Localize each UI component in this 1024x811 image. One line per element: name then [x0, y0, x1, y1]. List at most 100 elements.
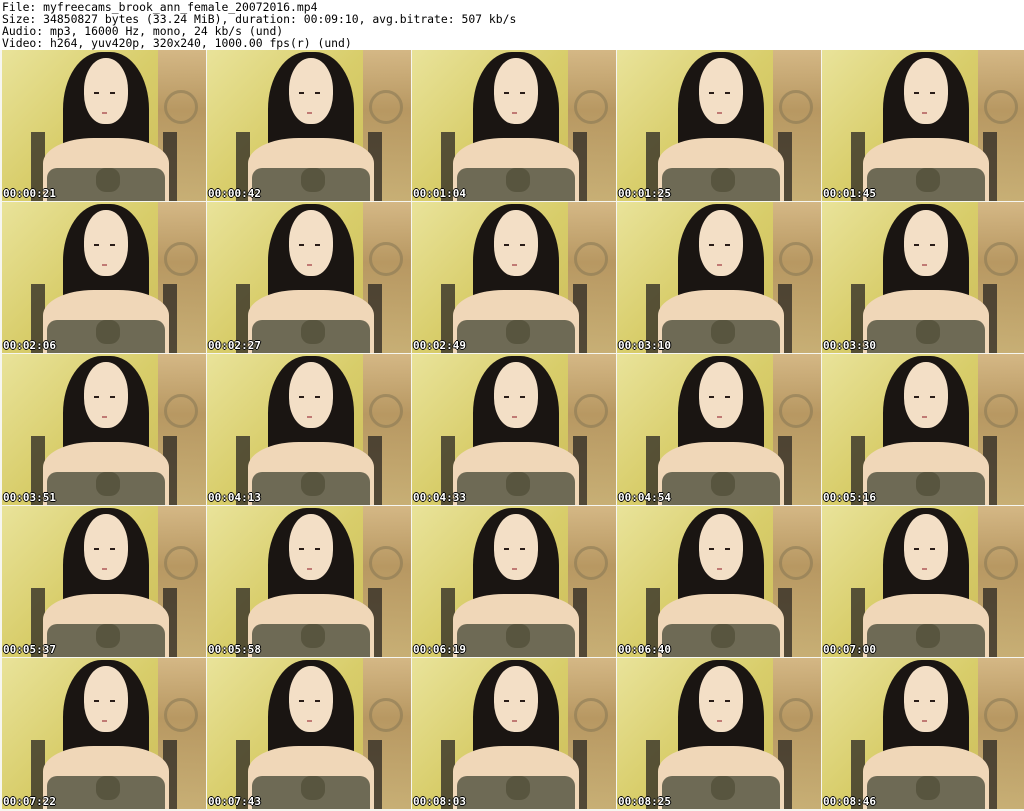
- eye-image: [298, 92, 304, 95]
- face-image: [83, 514, 129, 581]
- mouth-image: [306, 567, 312, 570]
- fan-image: [574, 698, 608, 732]
- timestamp-label: 00:02:49: [413, 339, 466, 352]
- video-thumbnail: 00:07:43: [207, 658, 411, 809]
- timestamp-label: 00:07:43: [208, 795, 261, 808]
- video-thumbnail: 00:07:22: [2, 658, 206, 809]
- timestamp-label: 00:08:25: [618, 795, 671, 808]
- clothing-knot-image: [300, 775, 326, 800]
- timestamp-label: 00:02:06: [3, 339, 56, 352]
- clothing-knot-image: [300, 471, 326, 496]
- fan-image: [369, 90, 403, 124]
- face-image: [698, 58, 744, 125]
- eye-image: [913, 700, 919, 703]
- eye-image: [913, 92, 919, 95]
- eye-image: [315, 700, 321, 703]
- eye-image: [93, 548, 99, 551]
- timestamp-label: 00:03:30: [823, 339, 876, 352]
- video-thumbnail: 00:08:25: [617, 658, 821, 809]
- clothing-knot-image: [915, 623, 941, 648]
- video-thumbnail: 00:07:00: [822, 506, 1024, 657]
- contact-sheet-header: File: myfreecams_brook_ann_female_200720…: [0, 0, 1024, 50]
- timestamp-label: 00:01:45: [823, 187, 876, 200]
- eye-image: [708, 700, 714, 703]
- eye-image: [298, 396, 304, 399]
- eye-image: [298, 700, 304, 703]
- eye-image: [520, 548, 526, 551]
- timestamp-label: 00:00:21: [3, 187, 56, 200]
- face-image: [83, 362, 129, 429]
- eye-image: [520, 700, 526, 703]
- thumbnail-grid: 00:00:21 00:00:42 00:01:04 00:01:25 00:01:45…: [0, 50, 1024, 811]
- mouth-image: [716, 415, 722, 418]
- video-thumbnail: 00:08:46: [822, 658, 1024, 809]
- fan-image: [779, 394, 813, 428]
- eye-image: [913, 244, 919, 247]
- video-thumbnail: 00:06:19: [412, 506, 616, 657]
- video-thumbnail: 00:03:51: [2, 354, 206, 505]
- timestamp-label: 00:07:00: [823, 643, 876, 656]
- mouth-image: [716, 719, 722, 722]
- eye-image: [503, 396, 509, 399]
- video-thumbnail: 00:05:58: [207, 506, 411, 657]
- eye-image: [503, 548, 509, 551]
- face-image: [903, 666, 949, 733]
- mouth-image: [716, 263, 722, 266]
- face-image: [903, 362, 949, 429]
- clothing-knot-image: [505, 167, 531, 192]
- eye-image: [930, 700, 936, 703]
- eye-image: [315, 244, 321, 247]
- eye-image: [298, 548, 304, 551]
- timestamp-label: 00:01:04: [413, 187, 466, 200]
- face-image: [493, 666, 539, 733]
- clothing-knot-image: [95, 471, 121, 496]
- mouth-image: [101, 567, 107, 570]
- timestamp-label: 00:07:22: [3, 795, 56, 808]
- face-image: [288, 362, 334, 429]
- eye-image: [315, 92, 321, 95]
- fan-image: [779, 90, 813, 124]
- clothing-knot-image: [710, 471, 736, 496]
- timestamp-label: 00:04:54: [618, 491, 671, 504]
- clothing-knot-image: [95, 167, 121, 192]
- eye-image: [913, 396, 919, 399]
- fan-image: [369, 242, 403, 276]
- fan-image: [574, 90, 608, 124]
- face-image: [83, 58, 129, 125]
- fan-image: [574, 546, 608, 580]
- mouth-image: [306, 415, 312, 418]
- eye-image: [315, 548, 321, 551]
- fan-image: [164, 546, 198, 580]
- eye-image: [708, 396, 714, 399]
- eye-image: [298, 244, 304, 247]
- mouth-image: [921, 567, 927, 570]
- fan-image: [984, 698, 1018, 732]
- video-thumbnail: 00:02:49: [412, 202, 616, 353]
- face-image: [493, 58, 539, 125]
- fan-image: [164, 394, 198, 428]
- fan-image: [369, 698, 403, 732]
- timestamp-label: 00:02:27: [208, 339, 261, 352]
- eye-image: [503, 244, 509, 247]
- clothing-knot-image: [915, 319, 941, 344]
- fan-image: [164, 698, 198, 732]
- face-image: [288, 58, 334, 125]
- mouth-image: [921, 415, 927, 418]
- timestamp-label: 00:03:51: [3, 491, 56, 504]
- fan-image: [164, 90, 198, 124]
- face-image: [698, 362, 744, 429]
- fan-image: [164, 242, 198, 276]
- face-image: [903, 58, 949, 125]
- eye-image: [725, 92, 731, 95]
- clothing-knot-image: [300, 623, 326, 648]
- face-image: [903, 210, 949, 277]
- timestamp-label: 00:01:25: [618, 187, 671, 200]
- mouth-image: [101, 719, 107, 722]
- face-image: [493, 210, 539, 277]
- video-thumbnail: 00:05:37: [2, 506, 206, 657]
- eye-image: [520, 244, 526, 247]
- clothing-knot-image: [710, 167, 736, 192]
- clothing-knot-image: [710, 775, 736, 800]
- fan-image: [984, 546, 1018, 580]
- mouth-image: [716, 111, 722, 114]
